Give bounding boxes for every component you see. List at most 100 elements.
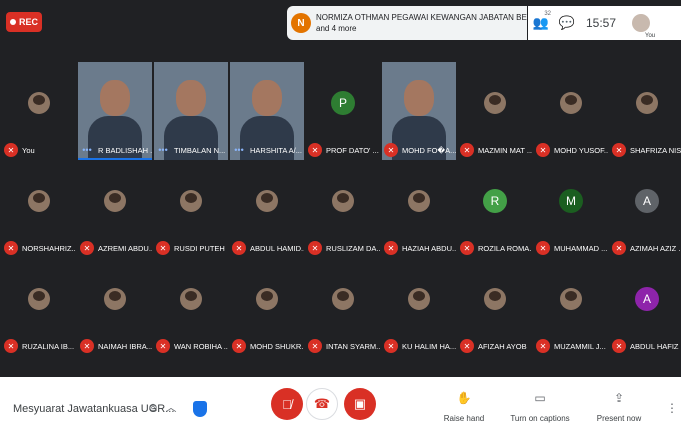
avatar (28, 288, 50, 310)
participant-name: INTAN SYARM... (326, 341, 380, 351)
participant-name: RUSLIZAM DA... (326, 243, 380, 253)
participant-tile[interactable]: A ✕ ABDUL HAFIZ ... (610, 258, 681, 356)
mic-off-icon: ✕ (460, 339, 474, 353)
participant-name: You (22, 145, 35, 155)
mic-toggle-button[interactable]: 🎙̸ (271, 388, 303, 420)
participant-tile[interactable]: ✕ SHAFRIZA NIS... (610, 62, 681, 160)
participant-tile[interactable]: M ✕ MUHAMMAD ... (534, 160, 608, 258)
participant-name: RUSDI PUTEH (174, 243, 225, 253)
leave-call-button[interactable]: ☎ (306, 388, 338, 420)
participant-tile[interactable]: ✕ KU HALIM HA... (382, 258, 456, 356)
audio-indicator-icon: ••• (82, 145, 92, 155)
avatar (180, 288, 202, 310)
avatar (636, 92, 658, 114)
present-label: Present now (596, 414, 642, 423)
participant-name: WAN ROBIHA ... (174, 341, 228, 351)
name-bar: ✕ KU HALIM HA... (384, 338, 456, 354)
participant-tile[interactable]: ✕ NAIMAH IBRA... (78, 258, 152, 356)
participant-tile[interactable]: ✕ MUZAMMIL J... (534, 258, 608, 356)
participant-name: PROF DATO' ... (326, 145, 379, 155)
more-options-icon[interactable]: ⋮ (666, 401, 678, 415)
audio-indicator-icon: ••• (158, 145, 168, 155)
mic-off-icon: ✕ (536, 143, 550, 157)
participant-name: R BADLISHAH ... (98, 145, 152, 155)
participant-tile[interactable]: ✕ NORSHAHRIZ... (2, 160, 76, 258)
mic-off-icon: ✕ (308, 241, 322, 255)
participant-tile[interactable]: ✕ You (2, 62, 76, 160)
participant-tile[interactable]: A ✕ AZIMAH AZIZ ... (610, 160, 681, 258)
participant-tile[interactable]: ✕ MOHD SHUKR... (230, 258, 304, 356)
avatar (180, 190, 202, 212)
name-bar: ••• R BADLISHAH ... (80, 142, 152, 158)
participant-tile[interactable]: ✕ HAZIAH ABDU... (382, 160, 456, 258)
participant-tile[interactable]: ✕ MOHD FO�A... (382, 62, 456, 160)
avatar-letter: A (635, 189, 659, 213)
shield-icon[interactable] (193, 401, 207, 417)
name-bar: ✕ SHAFRIZA NIS... (612, 142, 681, 158)
captions-label: Turn on captions (510, 414, 570, 423)
avatar-letter: R (483, 189, 507, 213)
participant-tile[interactable]: P ✕ PROF DATO' ... (306, 62, 380, 160)
chevron-up-icon[interactable]: ︿ (163, 399, 179, 415)
notification-avatar: N (291, 13, 311, 33)
avatar (332, 288, 354, 310)
raise-hand-button[interactable]: ✋ Raise hand (424, 391, 504, 423)
present-button[interactable]: ⇪ Present now (579, 391, 659, 423)
mic-off-icon: ✕ (384, 143, 398, 157)
hand-icon: ✋ (456, 391, 472, 405)
mic-off-icon: ✕ (80, 241, 94, 255)
self-avatar (632, 14, 651, 32)
name-bar: ✕ AFIZAH AYOB (460, 338, 532, 354)
copy-link-icon[interactable]: ⊚ (145, 399, 161, 415)
participant-tile[interactable]: ••• HARSHITA A/... (230, 62, 304, 160)
participant-name: HAZIAH ABDU... (402, 243, 456, 253)
captions-button[interactable]: ▭ Turn on captions (500, 391, 580, 423)
avatar (332, 190, 354, 212)
participant-tile[interactable]: ✕ AFIZAH AYOB (458, 258, 532, 356)
participant-name: ROZILA ROMA... (478, 243, 532, 253)
name-bar: ✕ MOHD FO�A... (384, 142, 456, 158)
participant-name: AZIMAH AZIZ ... (630, 243, 681, 253)
participant-tile[interactable]: ✕ INTAN SYARM... (306, 258, 380, 356)
mic-off-icon: ✕ (460, 241, 474, 255)
audio-indicator-icon: ••• (234, 145, 244, 155)
self-label: You (645, 33, 656, 39)
avatar (104, 190, 126, 212)
chat-button[interactable]: 💬 (554, 11, 580, 35)
name-bar: ✕ ABDUL HAMID... (232, 240, 304, 256)
participant-tile[interactable]: ✕ AZREMI ABDU... (78, 160, 152, 258)
avatar (560, 92, 582, 114)
participant-tile[interactable]: ••• TIMBALAN N... (154, 62, 228, 160)
participant-tile[interactable]: ✕ MOHD YUSOF... (534, 62, 608, 160)
participant-tile[interactable]: ✕ RUZALINA IB... (2, 258, 76, 356)
people-button[interactable]: 👥 32 (528, 11, 554, 35)
camera-toggle-button[interactable]: ▣ (344, 388, 376, 420)
participant-name: HARSHITA A/... (250, 145, 302, 155)
participant-tile[interactable]: ✕ RUSLIZAM DA... (306, 160, 380, 258)
participant-tile[interactable]: ✕ WAN ROBIHA ... (154, 258, 228, 356)
participant-tile[interactable]: ✕ RUSDI PUTEH (154, 160, 228, 258)
mic-off-icon: 🎙̸ (282, 396, 292, 412)
participant-name: MAZMIN MAT ... (478, 145, 532, 155)
avatar (104, 288, 126, 310)
name-bar: ✕ NORSHAHRIZ... (4, 240, 76, 256)
participant-tile[interactable]: R ✕ ROZILA ROMA... (458, 160, 532, 258)
name-bar: ✕ ABDUL HAFIZ ... (612, 338, 681, 354)
mic-off-icon: ✕ (384, 339, 398, 353)
participant-grid: ✕ You ••• R BADLISHAH ... ••• TIMBALAN N... ••… (0, 62, 681, 362)
avatar (408, 190, 430, 212)
join-notification[interactable]: N NORMIZA OTHMAN PEGAWAI KEWANGAN JABATA… (287, 6, 527, 40)
participant-tile[interactable]: ✕ MAZMIN MAT ... (458, 62, 532, 160)
name-bar: ✕ MUHAMMAD ... (536, 240, 608, 256)
mic-off-icon: ✕ (156, 241, 170, 255)
mic-off-icon: ✕ (612, 241, 626, 255)
participant-tile[interactable]: ••• R BADLISHAH ... (78, 62, 152, 160)
mic-off-icon: ✕ (308, 143, 322, 157)
name-bar: ✕ ROZILA ROMA... (460, 240, 532, 256)
mic-off-icon: ✕ (308, 339, 322, 353)
mic-off-icon: ✕ (232, 241, 246, 255)
avatar (484, 92, 506, 114)
notification-line2: and 4 more (316, 24, 357, 33)
participant-tile[interactable]: ✕ ABDUL HAMID... (230, 160, 304, 258)
name-bar: ✕ You (4, 142, 76, 158)
